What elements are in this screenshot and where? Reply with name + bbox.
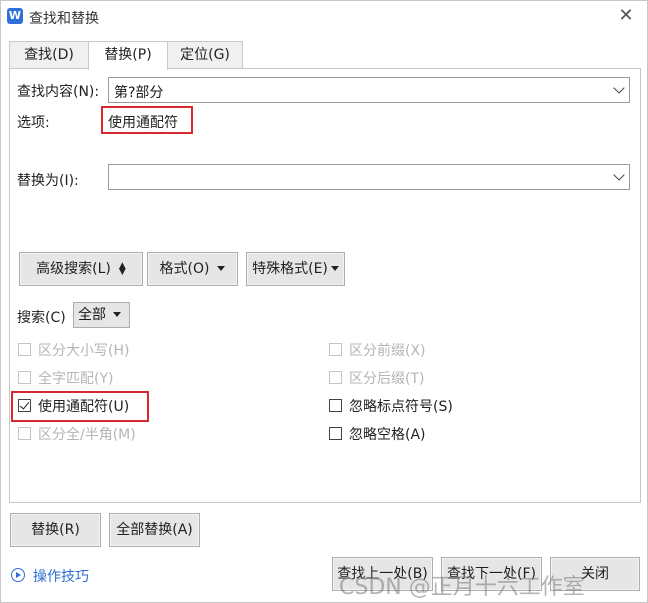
match-width-label: 区分全/半角(M) [38,427,136,443]
checkbox-box[interactable] [329,427,342,440]
tab-find[interactable]: 查找(D) [9,41,89,69]
find-what-combobox[interactable]: 第?部分 [108,77,630,103]
find-what-label: 查找内容(N): [17,84,100,100]
chevron-down-icon[interactable] [613,169,625,181]
caret-down-icon [330,265,339,271]
window-title: 查找和替换 [29,11,99,27]
search-direction-select[interactable]: 全部 [73,302,130,328]
csdn-watermark: CSDN @正月十六工作室 [339,575,585,600]
checkbox-box[interactable] [329,399,342,412]
checkbox-box[interactable] [18,371,31,384]
expand-collapse-icon: ▲ ▼ [118,261,126,277]
whole-word-label: 全字匹配(Y) [38,371,114,387]
options-label: 选项: [17,115,50,131]
replace-all-button[interactable]: 全部替换(A) [109,513,200,547]
caret-down-icon [217,265,226,271]
special-format-button[interactable]: 特殊格式(E) [246,252,345,286]
options-highlight-box [101,106,193,134]
advanced-search-label: 高级搜索(L) [36,261,111,277]
replace-tab-panel: 查找内容(N): 第?部分 选项: 使用通配符 替换为(I): 高级搜索(L) ▲… [9,68,641,503]
close-icon[interactable]: ✕ [615,5,637,27]
tab-replace[interactable]: 替换(P) [88,41,168,70]
find-what-value: 第?部分 [114,85,164,101]
replace-with-combobox[interactable] [108,164,630,190]
chevron-down-icon[interactable] [613,82,625,94]
checkbox-box[interactable] [329,343,342,356]
search-direction-label: 搜索(C) [17,310,66,326]
find-replace-dialog: W 查找和替换 ✕ 查找(D) 替换(P) 定位(G) 查找内容(N): 第?部… [0,0,648,603]
match-suffix-label: 区分后缀(T) [349,371,425,387]
tab-goto[interactable]: 定位(G) [167,41,243,69]
ignore-whitespace-label: 忽略空格(A) [349,427,426,443]
checkbox-box[interactable] [329,371,342,384]
title-bar: W 查找和替换 ✕ [1,1,647,33]
ignore-punctuation-label: 忽略标点符号(S) [349,399,453,415]
play-circle-icon[interactable] [11,568,25,582]
checkbox-box[interactable] [18,343,31,356]
special-format-label: 特殊格式(E) [252,261,328,277]
match-prefix-label: 区分前缀(X) [349,343,426,359]
replace-with-label: 替换为(I): [17,173,79,189]
search-direction-value: 全部 [78,307,106,323]
caret-down-icon [113,311,121,317]
tips-link[interactable]: 操作技巧 [33,566,89,586]
format-button[interactable]: 格式(O) [147,252,238,286]
checkbox-box[interactable] [18,427,31,440]
advanced-search-button[interactable]: 高级搜索(L) ▲ ▼ [19,252,143,286]
format-label: 格式(O) [159,261,210,277]
wps-writer-icon: W [7,8,23,24]
wildcards-highlight-box [11,391,149,422]
replace-button[interactable]: 替换(R) [10,513,101,547]
match-case-label: 区分大小写(H) [38,343,130,359]
